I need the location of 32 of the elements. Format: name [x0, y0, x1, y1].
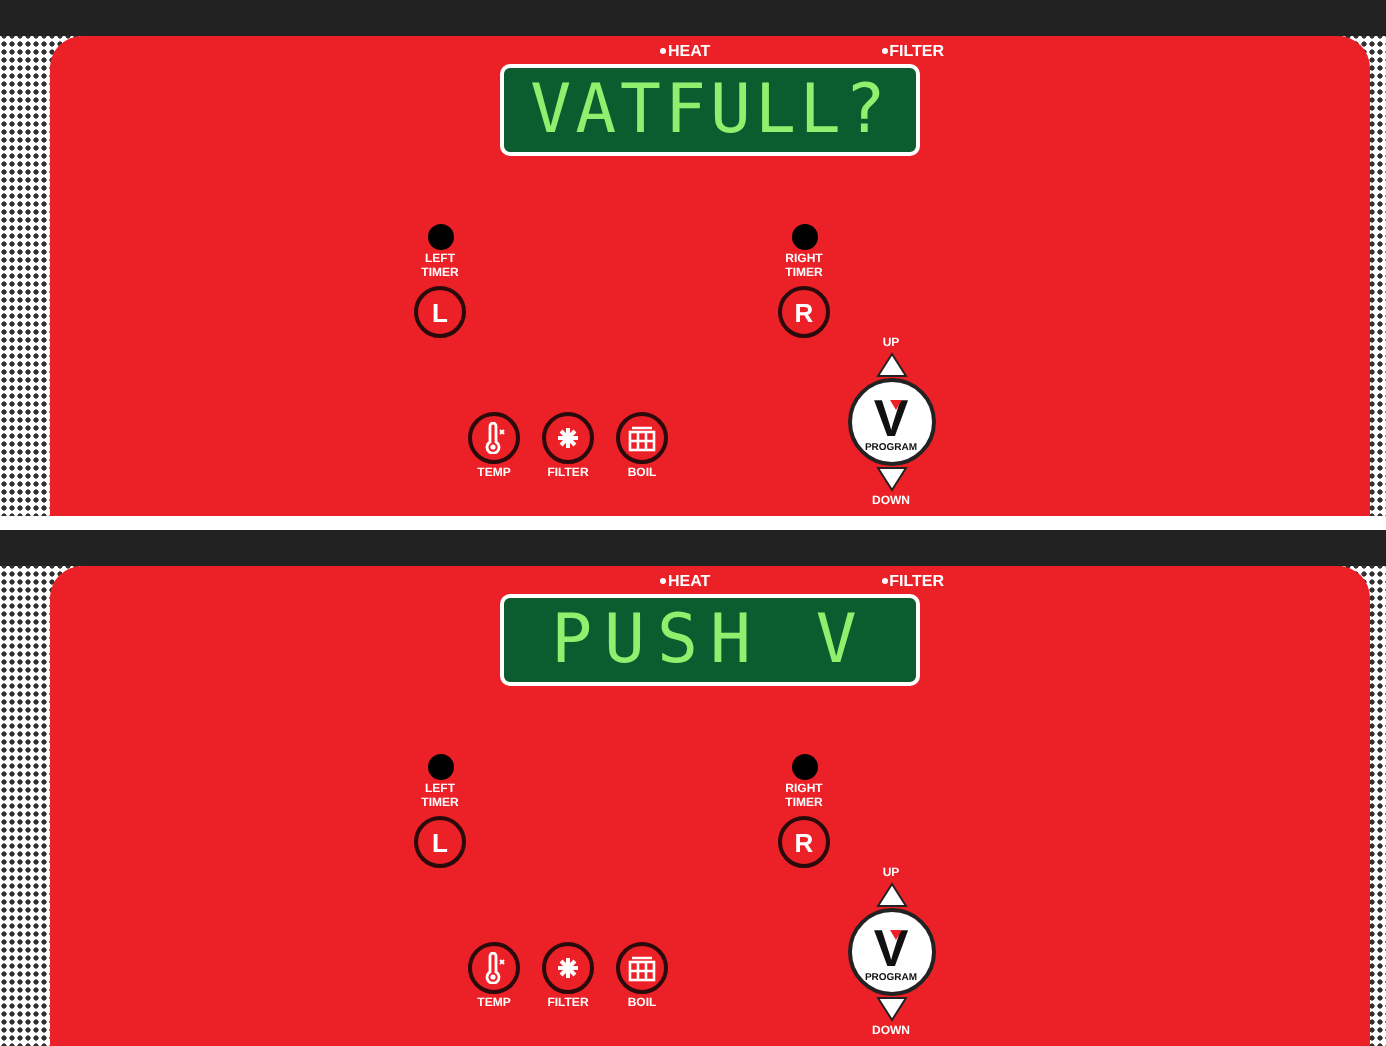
boil-button[interactable]: [616, 412, 668, 464]
grid-icon: [626, 954, 658, 982]
down-arrow-icon[interactable]: [875, 996, 907, 1022]
temp-button[interactable]: [468, 412, 520, 464]
indicator-label: FILTER: [881, 571, 944, 589]
filter-button[interactable]: [542, 412, 594, 464]
up-arrow-icon[interactable]: [875, 882, 907, 908]
down-arrow-icon[interactable]: [875, 466, 907, 492]
timer-button[interactable]: L: [414, 816, 466, 868]
indicator-label: HEAT: [660, 41, 711, 59]
lcd-display: PUSH V: [500, 594, 920, 686]
timer-led: [791, 224, 817, 250]
snowflake-icon: [552, 422, 584, 454]
snowflake-icon: [552, 952, 584, 984]
timer-led: [427, 224, 453, 250]
grid-icon: [626, 424, 658, 452]
heart-icon: [889, 400, 901, 410]
filter-button[interactable]: [542, 942, 594, 994]
timer-button[interactable]: R: [778, 816, 830, 868]
timer-led: [427, 754, 453, 780]
temp-button[interactable]: [468, 942, 520, 994]
timer-led: [791, 754, 817, 780]
lcd-display: VATFULL?: [500, 64, 920, 156]
heart-icon: [889, 930, 901, 940]
thermometer-icon: [480, 422, 508, 454]
indicator-label: HEAT: [660, 571, 711, 589]
up-arrow-icon[interactable]: [875, 352, 907, 378]
timer-button[interactable]: L: [414, 286, 466, 338]
timer-button[interactable]: R: [778, 286, 830, 338]
thermometer-icon: [480, 952, 508, 984]
indicator-label: FILTER: [881, 41, 944, 59]
boil-button[interactable]: [616, 942, 668, 994]
